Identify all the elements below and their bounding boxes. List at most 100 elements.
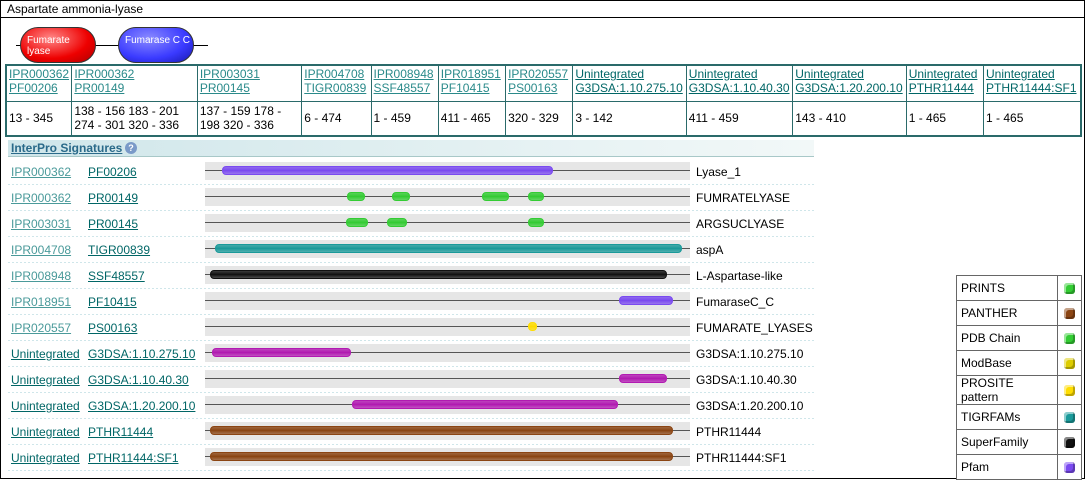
signature-match-bar[interactable] xyxy=(391,192,410,201)
pfam-icon xyxy=(1064,462,1075,474)
legend-row: Pfam xyxy=(956,454,1082,480)
panther-icon xyxy=(1064,308,1075,320)
interpro-entry-link[interactable]: Unintegrated xyxy=(986,67,1078,81)
signature-match-bar[interactable] xyxy=(619,374,668,383)
sequence-line xyxy=(205,222,690,223)
signature-track xyxy=(205,188,690,206)
signature-link[interactable]: PTHR11444 xyxy=(909,81,981,95)
legend-row: PRINTS xyxy=(956,275,1082,301)
signature-match-bar[interactable] xyxy=(386,218,407,227)
signature-entry-link[interactable]: IPR003031 xyxy=(11,217,71,231)
signature-accession-link[interactable]: TIGR00839 xyxy=(88,243,150,257)
signature-link[interactable]: PS00163 xyxy=(508,81,570,95)
interpro-entry-link[interactable]: IPR003031 xyxy=(200,67,299,81)
interpro-entry-link[interactable]: Unintegrated xyxy=(795,67,903,81)
signature-entry-link[interactable]: IPR020557 xyxy=(11,321,71,335)
signature-accession-link[interactable]: PTHR11444 xyxy=(88,425,153,439)
signature-accession-link[interactable]: PTHR11444:SF1 xyxy=(88,451,179,465)
signature-entry-link[interactable]: Unintegrated xyxy=(11,425,80,439)
signature-name: PTHR11444:SF1 xyxy=(696,451,787,465)
prosite-pattern-icon xyxy=(1064,385,1075,397)
signature-entry-link[interactable]: Unintegrated xyxy=(11,347,80,361)
interpro-entry-link[interactable]: Unintegrated xyxy=(689,67,790,81)
interpro-entry-link[interactable]: IPR000362 xyxy=(9,67,69,81)
signature-track xyxy=(205,240,690,258)
signature-accession-link[interactable]: G3DSA:1.10.275.10 xyxy=(88,347,195,361)
legend-table: PRINTS PANTHER PDB Chain ModBase PROSITE pat… xyxy=(956,275,1082,480)
signature-link[interactable]: G3DSA:1.10.40.30 xyxy=(689,81,790,95)
signature-match-bar[interactable] xyxy=(214,244,682,253)
interpro-entry-link[interactable]: IPR008948 xyxy=(374,67,436,81)
signature-row: IPR003031 PR00145 ARGSUCLYASE xyxy=(8,211,814,237)
signature-entry-link[interactable]: IPR000362 xyxy=(11,191,71,205)
signature-name: Lyase_1 xyxy=(696,165,741,179)
signature-accession-link[interactable]: SSF48557 xyxy=(88,269,145,283)
signature-match-bar[interactable] xyxy=(351,400,619,409)
matches-table: IPR000362 PF00206 IPR000362 PR00149 IPR00303… xyxy=(5,64,1082,137)
signature-match-bar[interactable] xyxy=(482,192,510,201)
signature-entry-link[interactable]: IPR004708 xyxy=(11,243,71,257)
signature-match-bar[interactable] xyxy=(211,348,351,357)
signature-link[interactable]: PR00149 xyxy=(74,81,195,95)
signature-match-bar[interactable] xyxy=(528,322,538,331)
match-column-header: IPR008948 SSF48557 xyxy=(370,64,439,102)
interpro-entry-link[interactable]: IPR020557 xyxy=(508,67,570,81)
signature-accession-link[interactable]: PS00163 xyxy=(88,321,137,335)
signature-link[interactable]: G3DSA:1.10.275.10 xyxy=(575,81,683,95)
signature-entry-link[interactable]: Unintegrated xyxy=(11,373,80,387)
signature-match-bar[interactable] xyxy=(221,166,554,175)
sequence-line xyxy=(205,378,690,379)
signature-accession-link[interactable]: PF10415 xyxy=(88,295,137,309)
signature-match-bar[interactable] xyxy=(209,270,668,279)
signature-track xyxy=(205,344,690,362)
signature-link[interactable]: PTHR11444:SF1 xyxy=(986,81,1078,95)
signature-accession-link[interactable]: G3DSA:1.10.40.30 xyxy=(88,373,189,387)
signature-link[interactable]: TIGR00839 xyxy=(304,81,368,95)
match-range: 137 - 159 178 - 198 320 - 336 xyxy=(196,100,303,137)
signature-entry-link[interactable]: Unintegrated xyxy=(11,451,80,465)
match-range: 411 - 459 xyxy=(685,100,794,137)
signature-match-bar[interactable] xyxy=(209,452,673,461)
interpro-entry-link[interactable]: IPR004708 xyxy=(304,67,368,81)
signature-entry-link[interactable]: IPR018951 xyxy=(11,295,71,309)
signature-match-bar[interactable] xyxy=(209,426,673,435)
signature-name: FUMRATELYASE xyxy=(696,191,791,205)
signature-link[interactable]: PR00145 xyxy=(200,81,299,95)
signature-entry-link[interactable]: IPR008948 xyxy=(11,269,71,283)
signature-link[interactable]: SSF48557 xyxy=(374,81,436,95)
signature-link[interactable]: PF10415 xyxy=(441,81,503,95)
domain-fumarase-c-c[interactable]: Fumarase C C xyxy=(118,27,194,63)
match-column-header: Unintegrated G3DSA:1.10.275.10 xyxy=(572,64,687,102)
signature-match-bar[interactable] xyxy=(619,296,673,305)
domain-fumarate-lyase[interactable]: Fumarate lyase xyxy=(20,27,96,63)
pdb-chain-icon xyxy=(1064,333,1075,345)
signature-accession-link[interactable]: PR00149 xyxy=(88,191,138,205)
signature-accession-link[interactable]: G3DSA:1.20.200.10 xyxy=(88,399,195,413)
signature-link[interactable]: PF00206 xyxy=(9,81,69,95)
match-column-header: Unintegrated PTHR11444 xyxy=(905,64,985,102)
interpro-entry-link[interactable]: IPR018951 xyxy=(441,67,503,81)
signature-name: G3DSA:1.10.40.30 xyxy=(696,373,797,387)
signature-link[interactable]: G3DSA:1.20.200.10 xyxy=(795,81,903,95)
signature-entry-link[interactable]: IPR000362 xyxy=(11,165,71,179)
signature-match-bar[interactable] xyxy=(346,192,365,201)
signatures-header-link[interactable]: InterPro Signatures xyxy=(11,141,122,155)
question-icon[interactable]: ? xyxy=(125,142,137,154)
legend-label: PROSITE pattern xyxy=(956,375,1058,405)
match-column-header: Unintegrated G3DSA:1.20.200.10 xyxy=(792,64,907,102)
interpro-entry-link[interactable]: Unintegrated xyxy=(575,67,683,81)
signature-accession-link[interactable]: PF00206 xyxy=(88,165,137,179)
interpro-entry-link[interactable]: Unintegrated xyxy=(909,67,981,81)
signature-entry-link[interactable]: Unintegrated xyxy=(11,399,80,413)
interpro-entry-link[interactable]: IPR000362 xyxy=(74,67,195,81)
signature-match-bar[interactable] xyxy=(528,218,545,227)
signature-track xyxy=(205,266,690,284)
signature-match-bar[interactable] xyxy=(345,218,368,227)
legend-row: ModBase xyxy=(956,350,1082,376)
legend-row: SuperFamily xyxy=(956,429,1082,455)
signature-accession-link[interactable]: PR00145 xyxy=(88,217,138,231)
signature-match-bar[interactable] xyxy=(528,192,545,201)
legend-label: PANTHER xyxy=(956,300,1058,326)
signature-name: ARGSUCLYASE xyxy=(696,217,785,231)
signature-name: G3DSA:1.20.200.10 xyxy=(696,399,804,413)
